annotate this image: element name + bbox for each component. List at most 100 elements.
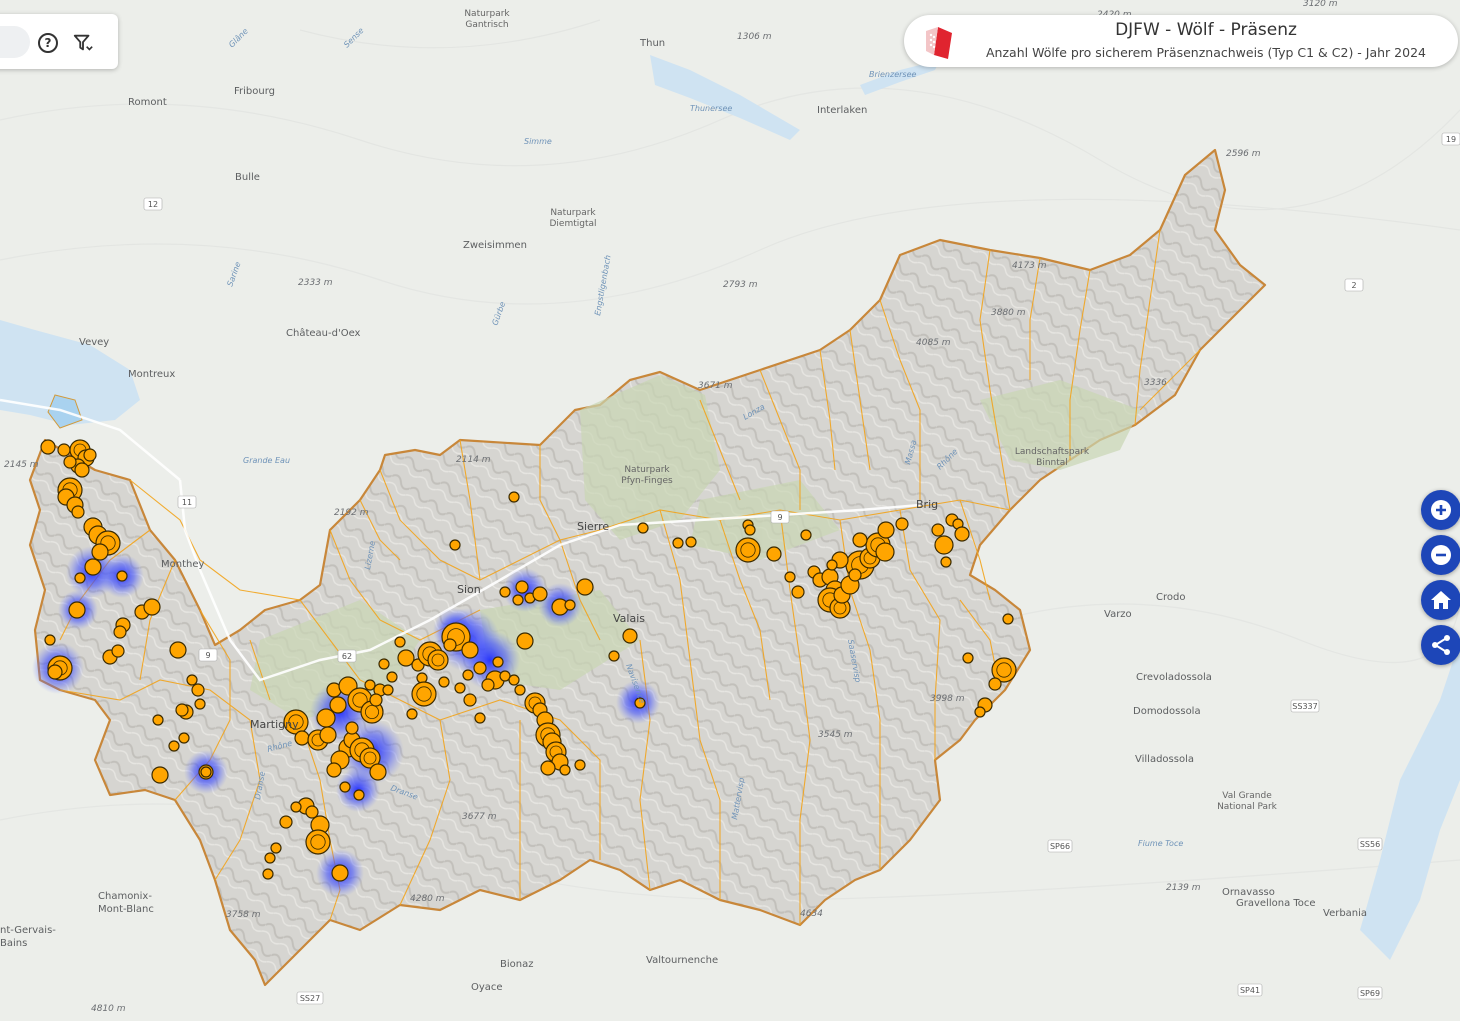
wolf-presence-marker[interactable] bbox=[151, 766, 169, 784]
wolf-presence-marker[interactable] bbox=[264, 852, 276, 864]
wolf-presence-marker[interactable] bbox=[532, 586, 548, 602]
wolf-presence-marker[interactable] bbox=[71, 505, 85, 519]
zoom-in-button[interactable] bbox=[1421, 490, 1460, 530]
map-canvas[interactable]: Thun Romont Fribourg Bulle Interlaken Zw… bbox=[0, 0, 1460, 1021]
wolf-presence-marker[interactable] bbox=[1002, 613, 1014, 625]
wolf-presence-marker[interactable] bbox=[766, 546, 782, 562]
wolf-presence-marker[interactable] bbox=[826, 559, 838, 571]
wolf-presence-marker[interactable] bbox=[454, 682, 466, 694]
wolf-presence-marker[interactable] bbox=[369, 763, 387, 781]
wolf-presence-marker[interactable] bbox=[91, 543, 109, 561]
wolf-presence-marker[interactable] bbox=[113, 625, 127, 639]
wolf-presence-marker[interactable] bbox=[559, 764, 571, 776]
wolf-presence-marker[interactable] bbox=[800, 529, 812, 541]
wolf-presence-marker[interactable] bbox=[279, 815, 293, 829]
wolf-presence-marker[interactable] bbox=[294, 730, 310, 746]
search-input[interactable] bbox=[0, 26, 30, 58]
wolf-presence-marker[interactable] bbox=[940, 556, 952, 568]
wolf-presence-marker[interactable] bbox=[68, 601, 86, 619]
wolf-presence-marker[interactable] bbox=[382, 684, 394, 696]
wolf-presence-marker[interactable] bbox=[111, 644, 125, 658]
wolf-presence-marker[interactable] bbox=[168, 740, 180, 752]
wolf-presence-marker[interactable] bbox=[515, 580, 529, 594]
wolf-presence-marker[interactable] bbox=[326, 762, 342, 778]
wolf-presence-marker[interactable] bbox=[369, 693, 383, 707]
wolf-presence-marker[interactable] bbox=[508, 491, 520, 503]
filter-button[interactable] bbox=[72, 32, 94, 54]
wolf-presence-marker[interactable] bbox=[934, 535, 954, 555]
wolf-presence-marker[interactable] bbox=[492, 656, 504, 668]
wolf-presence-marker[interactable] bbox=[685, 536, 697, 548]
wolf-presence-marker[interactable] bbox=[931, 523, 945, 537]
wolf-presence-marker[interactable] bbox=[270, 842, 282, 854]
wolf-presence-marker[interactable] bbox=[74, 572, 86, 584]
wolf-presence-marker[interactable] bbox=[378, 658, 390, 670]
wolf-presence-marker[interactable] bbox=[394, 636, 406, 648]
wolf-presence-marker[interactable] bbox=[744, 524, 756, 536]
wolf-presence-marker[interactable] bbox=[290, 801, 302, 813]
wolf-presence-marker[interactable] bbox=[200, 766, 212, 778]
wolf-presence-marker[interactable] bbox=[461, 641, 479, 659]
wolf-presence-marker[interactable] bbox=[637, 522, 649, 534]
wolf-presence-marker[interactable] bbox=[316, 708, 336, 728]
wolf-presence-marker[interactable] bbox=[305, 829, 331, 855]
wolf-presence-marker[interactable] bbox=[895, 517, 909, 531]
wolf-presence-marker[interactable] bbox=[512, 594, 524, 606]
home-button[interactable] bbox=[1421, 580, 1460, 620]
wolf-presence-marker[interactable] bbox=[499, 586, 511, 598]
zoom-out-button[interactable] bbox=[1421, 535, 1460, 575]
wolf-presence-marker[interactable] bbox=[954, 526, 970, 542]
wolf-presence-marker[interactable] bbox=[508, 674, 520, 686]
wolf-presence-marker[interactable] bbox=[540, 760, 556, 776]
wolf-presence-marker[interactable] bbox=[345, 721, 359, 735]
wolf-presence-marker[interactable] bbox=[474, 712, 486, 724]
wolf-presence-marker[interactable] bbox=[463, 693, 477, 707]
wolf-presence-marker[interactable] bbox=[848, 568, 862, 582]
wolf-presence-marker[interactable] bbox=[481, 678, 495, 692]
wolf-presence-marker[interactable] bbox=[622, 628, 638, 644]
wolf-presence-marker[interactable] bbox=[672, 537, 684, 549]
wolf-presence-marker[interactable] bbox=[784, 571, 796, 583]
wolf-presence-marker[interactable] bbox=[84, 558, 102, 576]
share-button[interactable] bbox=[1421, 625, 1460, 665]
wolf-presence-marker[interactable] bbox=[791, 585, 805, 599]
wolf-presence-marker[interactable] bbox=[462, 669, 474, 681]
wolf-presence-marker[interactable] bbox=[40, 439, 56, 455]
wolf-presence-marker[interactable] bbox=[339, 781, 351, 793]
wolf-presence-marker[interactable] bbox=[364, 679, 376, 691]
wolf-presence-marker[interactable] bbox=[152, 714, 164, 726]
wolf-presence-marker[interactable] bbox=[63, 455, 77, 469]
wolf-presence-marker[interactable] bbox=[191, 683, 205, 697]
wolf-presence-marker[interactable] bbox=[262, 868, 274, 880]
wolf-presence-marker[interactable] bbox=[574, 759, 586, 771]
wolf-presence-marker[interactable] bbox=[386, 671, 398, 683]
wolf-presence-marker[interactable] bbox=[988, 677, 1002, 691]
wolf-presence-marker[interactable] bbox=[576, 578, 594, 596]
wolf-presence-marker[interactable] bbox=[735, 537, 761, 563]
wolf-presence-marker[interactable] bbox=[877, 521, 895, 539]
wolf-presence-marker[interactable] bbox=[319, 726, 337, 744]
wolf-presence-marker[interactable] bbox=[169, 641, 187, 659]
wolf-presence-marker[interactable] bbox=[564, 599, 576, 611]
wolf-presence-marker[interactable] bbox=[353, 789, 365, 801]
wolf-presence-marker[interactable] bbox=[438, 676, 450, 688]
wolf-presence-marker[interactable] bbox=[116, 570, 128, 582]
wolf-presence-marker[interactable] bbox=[427, 649, 449, 671]
wolf-presence-marker[interactable] bbox=[194, 698, 206, 710]
wolf-presence-marker[interactable] bbox=[514, 684, 526, 696]
wolf-presence-marker[interactable] bbox=[516, 632, 534, 650]
wolf-presence-marker[interactable] bbox=[143, 598, 161, 616]
wolf-presence-marker[interactable] bbox=[974, 706, 986, 718]
wolf-presence-marker[interactable] bbox=[852, 532, 868, 548]
wolf-presence-marker[interactable] bbox=[875, 542, 895, 562]
wolf-presence-marker[interactable] bbox=[329, 696, 347, 714]
wolf-presence-marker[interactable] bbox=[331, 864, 349, 882]
wolf-presence-marker[interactable] bbox=[44, 634, 56, 646]
wolf-presence-marker[interactable] bbox=[57, 443, 71, 457]
help-button[interactable]: ? bbox=[38, 33, 58, 53]
wolf-presence-marker[interactable] bbox=[962, 652, 974, 664]
wolf-presence-marker[interactable] bbox=[47, 664, 63, 680]
wolf-presence-marker[interactable] bbox=[608, 650, 620, 662]
wolf-presence-marker[interactable] bbox=[186, 674, 198, 686]
wolf-presence-marker[interactable] bbox=[443, 638, 457, 652]
